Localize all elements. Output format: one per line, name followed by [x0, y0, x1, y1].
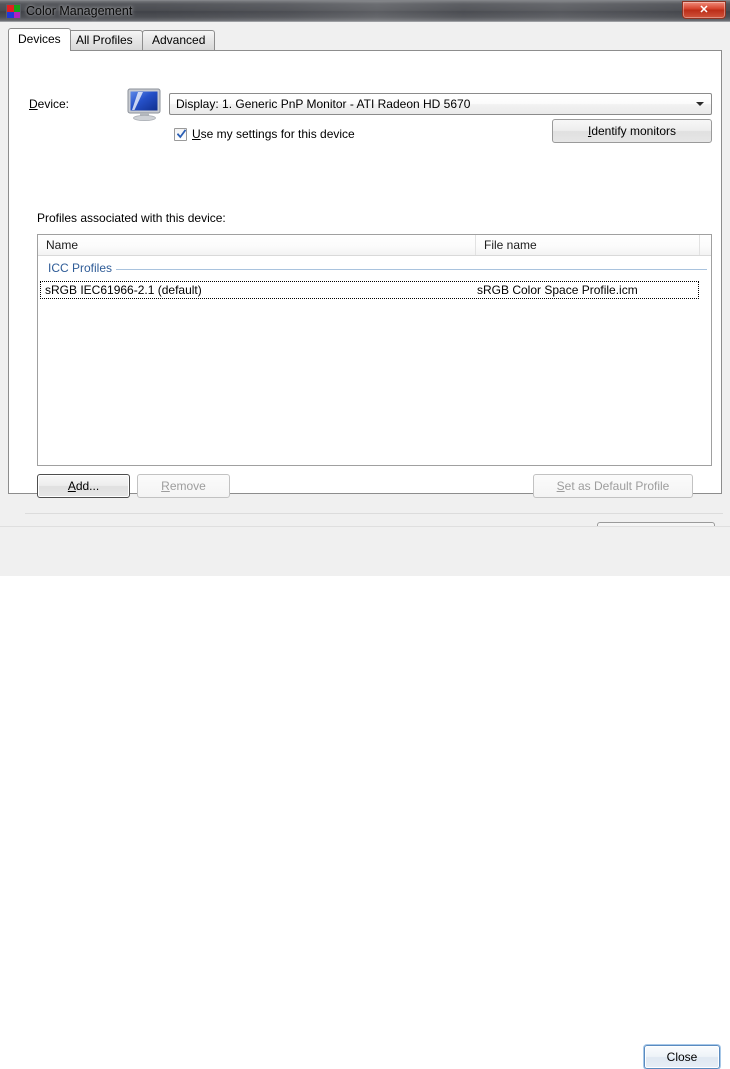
- color-management-dialog: Color Management ✕ Devices All Profiles …: [0, 0, 730, 1069]
- list-column-header: Name File name: [38, 235, 711, 256]
- checkbox-box: [174, 128, 187, 141]
- identify-monitors-label: dentify monitors: [591, 124, 677, 138]
- devices-tab-panel: Device: Display: 1. Generic PnP Monitor …: [8, 50, 723, 547]
- tab-advanced[interactable]: Advanced: [142, 30, 216, 50]
- list-group-label: ICC Profiles: [48, 261, 113, 275]
- table-row[interactable]: sRGB IEC61966-2.1 (default) sRGB Color S…: [40, 281, 699, 299]
- set-default-accesskey: S: [556, 479, 565, 493]
- column-header-name[interactable]: Name: [38, 235, 476, 255]
- dialog-client-area: Devices All Profiles Advanced Device: Di…: [0, 22, 730, 1069]
- add-profile-button[interactable]: Add...: [37, 474, 130, 498]
- color-swatch-icon: [6, 4, 21, 19]
- device-label-accesskey: D: [29, 97, 38, 111]
- title-bar: Color Management ✕: [0, 0, 730, 23]
- remove-profile-button[interactable]: Remove: [137, 474, 230, 498]
- add-button-label: dd...: [75, 479, 100, 493]
- device-combobox[interactable]: Display: 1. Generic PnP Monitor - ATI Ra…: [169, 93, 712, 115]
- set-default-label: et as Default Profile: [564, 479, 670, 493]
- close-button[interactable]: Close: [644, 1045, 720, 1069]
- profiles-caption: Profiles associated with this device:: [37, 211, 226, 225]
- tab-devices[interactable]: Devices: [8, 28, 71, 51]
- identify-monitors-button[interactable]: Identify monitors: [552, 119, 712, 143]
- column-header-filler: [700, 235, 711, 255]
- device-label: Device:: [29, 97, 69, 111]
- profile-name-cell: sRGB IEC61966-2.1 (default): [45, 283, 202, 297]
- chevron-down-icon: [696, 102, 704, 106]
- remove-button-accesskey: R: [161, 479, 170, 493]
- list-group-divider: [116, 269, 707, 270]
- list-group-header-icc-profiles: ICC Profiles: [38, 260, 711, 278]
- profiles-listbox[interactable]: Name File name ICC Profiles sRGB IEC6196…: [37, 234, 712, 466]
- window-title: Color Management: [26, 4, 133, 18]
- add-button-accesskey: A: [67, 479, 76, 493]
- checkmark-icon: [177, 129, 186, 139]
- titlebar-glass-highlight: [150, 1, 690, 21]
- device-label-rest: evice:: [37, 97, 70, 111]
- titlebar-close-button[interactable]: ✕: [682, 1, 726, 19]
- panel-divider: [25, 513, 723, 514]
- use-my-settings-accesskey: U: [192, 127, 201, 141]
- column-header-file-name[interactable]: File name: [476, 235, 700, 255]
- profile-file-name-cell: sRGB Color Space Profile.icm: [477, 283, 638, 297]
- use-my-settings-text: se my settings for this device: [200, 127, 355, 141]
- dialog-footer: Close: [0, 526, 730, 1069]
- monitor-icon: [125, 87, 165, 123]
- tab-all-profiles[interactable]: All Profiles: [66, 30, 143, 50]
- device-combobox-value: Display: 1. Generic PnP Monitor - ATI Ra…: [176, 97, 471, 111]
- remove-button-label: emove: [169, 479, 206, 493]
- set-as-default-profile-button[interactable]: Set as Default Profile: [533, 474, 693, 498]
- use-my-settings-label: Use my settings for this device: [192, 127, 355, 143]
